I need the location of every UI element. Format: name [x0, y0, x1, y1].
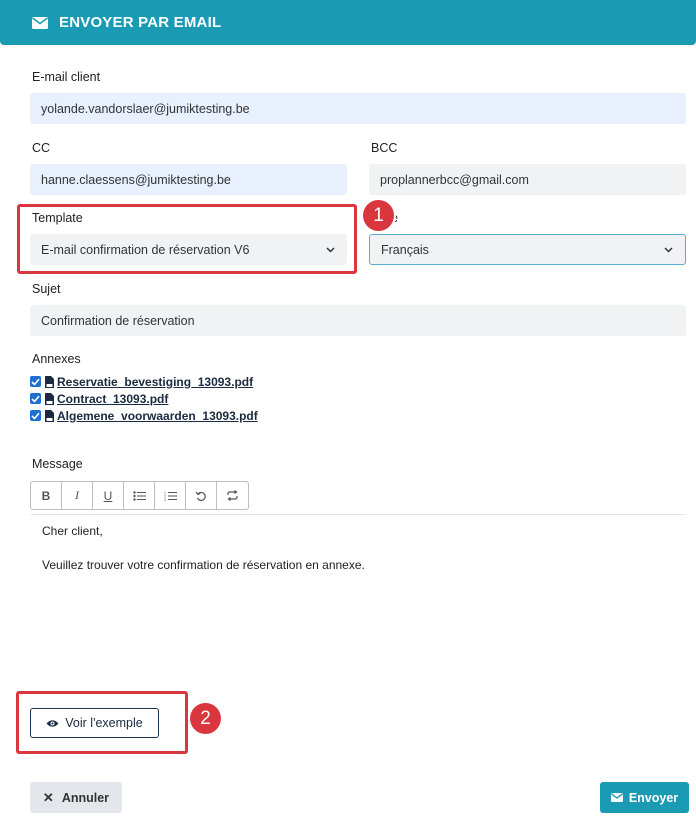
bcc-value: proplannerbcc@gmail.com: [380, 172, 529, 187]
langue-select[interactable]: Français: [369, 234, 686, 265]
attachment-checkbox[interactable]: [30, 393, 41, 404]
message-label: Message: [32, 457, 83, 471]
cancel-button[interactable]: ✕ Annuler: [30, 782, 122, 813]
pdf-file-icon: [45, 392, 54, 405]
message-line[interactable]: Veuillez trouver votre confirmation de r…: [42, 558, 365, 572]
underline-icon: U: [103, 488, 113, 503]
attachment-checkbox[interactable]: [30, 410, 41, 421]
langue-value: Français: [381, 242, 429, 257]
annexes-label: Annexes: [32, 352, 81, 366]
italic-button[interactable]: I: [62, 482, 93, 509]
bullet-list-icon: [132, 490, 146, 501]
bullet-list-button[interactable]: [124, 482, 155, 509]
check-icon: [31, 412, 40, 420]
email-client-label: E-mail client: [32, 70, 101, 84]
svg-text:3: 3: [164, 498, 166, 501]
bcc-field[interactable]: proplannerbcc@gmail.com: [369, 164, 686, 195]
cc-value: hanne.claessens@jumiktesting.be: [41, 172, 231, 187]
sujet-label: Sujet: [32, 282, 61, 296]
check-icon: [31, 395, 40, 403]
numbered-list-icon: 123: [164, 491, 177, 501]
annotation-badge-1: 1: [363, 200, 394, 231]
bcc-label: BCC: [371, 141, 398, 155]
modal-title: ENVOYER PAR EMAIL: [59, 14, 222, 31]
undo-button[interactable]: [186, 482, 217, 509]
highlight-box-preview: [16, 691, 188, 754]
envelope-icon: [32, 16, 48, 29]
highlight-box-template: [17, 204, 357, 274]
close-icon: ✕: [42, 789, 54, 805]
send-label: Envoyer: [628, 790, 679, 805]
send-button[interactable]: Envoyer: [600, 782, 689, 813]
pdf-file-icon: [45, 409, 54, 422]
cc-field[interactable]: hanne.claessens@jumiktesting.be: [30, 164, 347, 195]
attachment-link[interactable]: Contract_13093.pdf: [57, 392, 168, 406]
attachment-item: Contract_13093.pdf: [30, 390, 168, 407]
email-client-value: yolande.vandorslaer@jumiktesting.be: [41, 101, 250, 116]
cc-label: CC: [32, 141, 51, 155]
sujet-field[interactable]: Confirmation de réservation: [30, 305, 686, 336]
attachment-item: Reservatie_bevestiging_13093.pdf: [30, 373, 253, 390]
attachment-item: Algemene_voorwaarden_13093.pdf: [30, 407, 258, 424]
bold-button[interactable]: B: [31, 482, 62, 509]
attachment-link[interactable]: Reservatie_bevestiging_13093.pdf: [57, 375, 253, 389]
redo-icon: [227, 490, 238, 501]
envelope-icon: [610, 793, 623, 802]
underline-button[interactable]: U: [93, 482, 124, 509]
annotation-badge-2: 2: [190, 703, 221, 734]
italic-icon: I: [75, 488, 79, 502]
check-icon: [31, 378, 40, 386]
pdf-file-icon: [45, 375, 54, 388]
email-client-field[interactable]: yolande.vandorslaer@jumiktesting.be: [30, 93, 686, 124]
attachment-checkbox[interactable]: [30, 376, 41, 387]
cancel-label: Annuler: [61, 790, 110, 805]
message-line[interactable]: Cher client,: [42, 524, 103, 538]
bold-icon: B: [41, 488, 51, 503]
redo-button[interactable]: [217, 482, 248, 509]
modal-header: ENVOYER PAR EMAIL: [0, 0, 696, 45]
numbered-list-button[interactable]: 123: [155, 482, 186, 509]
sujet-value: Confirmation de réservation: [41, 313, 195, 328]
chevron-down-icon: [664, 246, 673, 253]
editor-divider: [30, 514, 686, 515]
undo-icon: [195, 491, 206, 501]
attachment-link[interactable]: Algemene_voorwaarden_13093.pdf: [57, 409, 258, 423]
editor-toolbar: B I U 123: [30, 481, 249, 510]
